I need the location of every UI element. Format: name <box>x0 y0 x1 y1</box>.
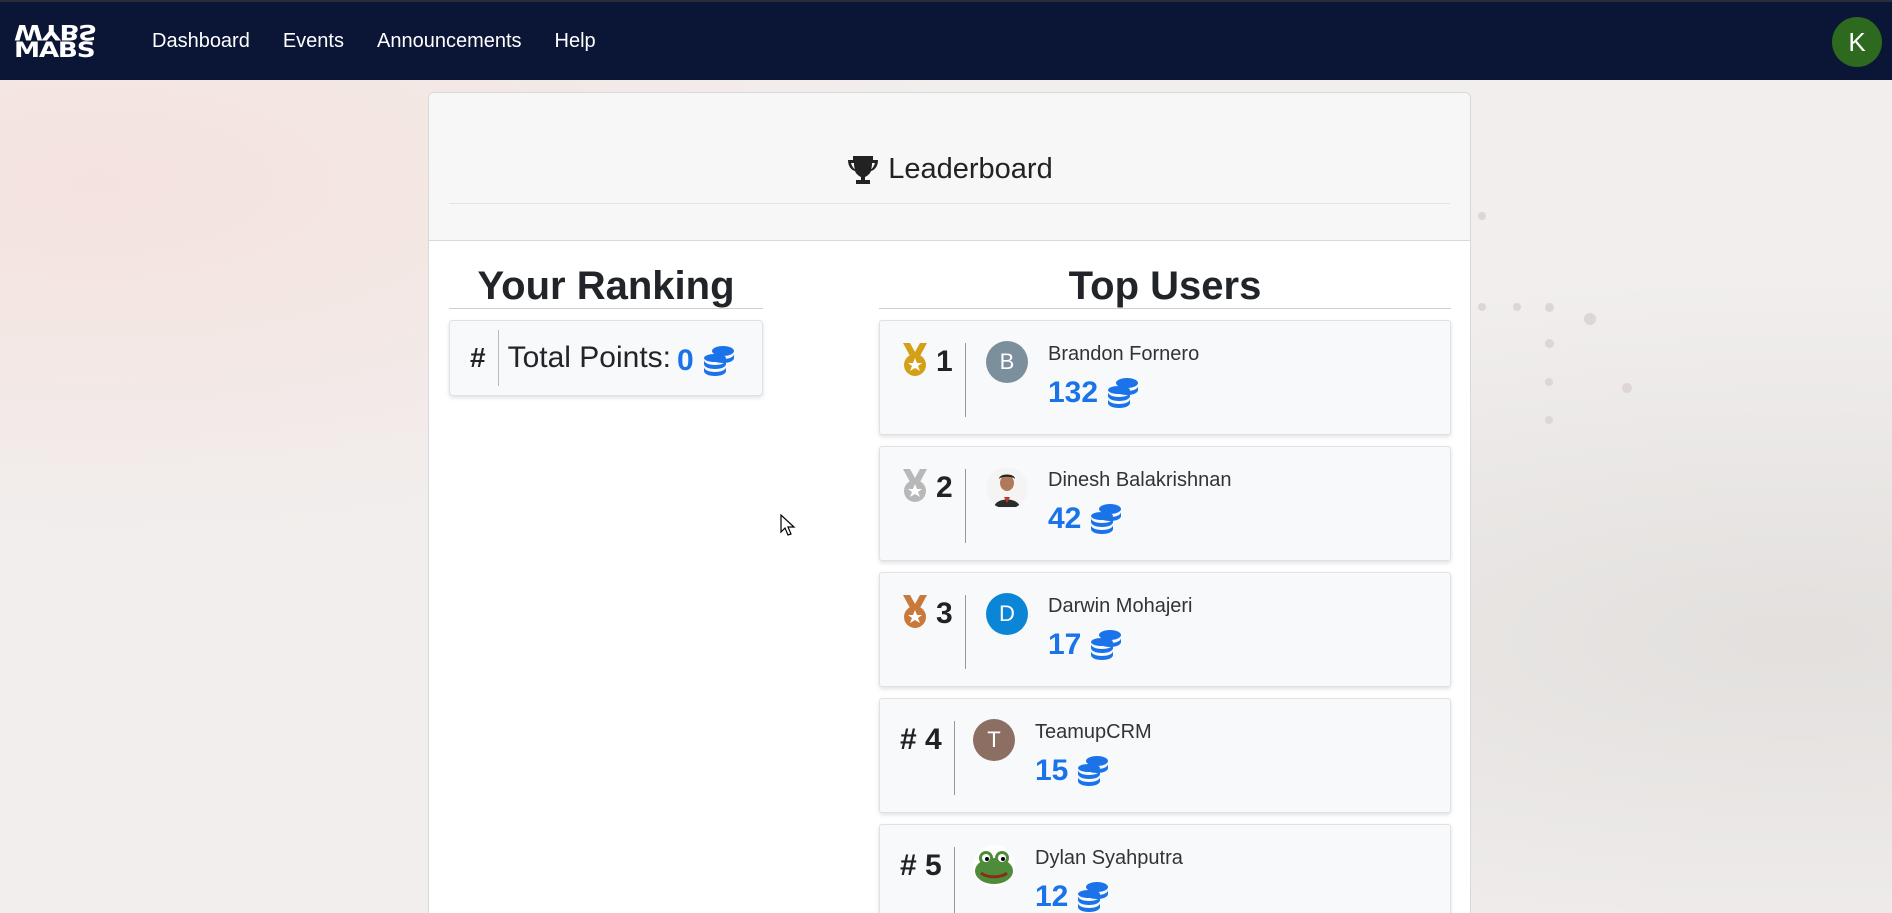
coins-icon <box>703 346 734 376</box>
leaderboard-title-text: Leaderboard <box>888 153 1053 185</box>
points-value: 42 <box>1048 502 1082 535</box>
points-value: 12 <box>1035 880 1069 913</box>
user-name: Brandon Fornero <box>1048 343 1200 365</box>
user-points: 15 <box>1035 754 1110 788</box>
total-points-label: Total Points: <box>507 341 671 374</box>
leaderboard-card: Leaderboard Your Ranking # Total Points:… <box>428 92 1471 913</box>
leaderboard-row: 3 D Darwin Mohajeri 17 <box>879 572 1451 687</box>
your-ranking-box: # Total Points: 0 <box>449 320 763 396</box>
avatar: B <box>986 341 1028 383</box>
points-value: 17 <box>1048 628 1082 661</box>
nav-announcements[interactable]: Announcements <box>377 30 522 53</box>
mouse-cursor-icon <box>780 514 796 536</box>
gold-medal-icon <box>903 343 927 376</box>
rank-cell: 1 <box>900 343 966 417</box>
rank-cell: 2 <box>900 469 966 543</box>
points-value: 15 <box>1035 754 1069 787</box>
user-points: 132 <box>1048 376 1140 410</box>
rank-number: # 5 <box>900 849 942 882</box>
avatar: T <box>973 719 1015 761</box>
rank-cell: 3 <box>900 595 966 669</box>
silver-medal-icon <box>903 469 927 502</box>
your-ranking-heading: Your Ranking <box>449 263 763 309</box>
avatar: D <box>986 593 1028 635</box>
coins-icon <box>1091 630 1122 660</box>
top-navbar: WYBS MABS Dashboard Events Announcements… <box>0 0 1892 80</box>
coins-icon <box>1091 504 1122 534</box>
your-ranking-section: Your Ranking # Total Points: 0 <box>449 263 763 396</box>
bronze-medal-icon <box>903 595 927 628</box>
main-nav: Dashboard Events Announcements Help <box>152 30 629 53</box>
rank-number: 2 <box>936 471 953 504</box>
your-rank-symbol: # <box>470 330 499 386</box>
coins-icon <box>1078 756 1109 786</box>
avatar <box>973 845 1015 887</box>
user-points: 42 <box>1048 502 1123 536</box>
nav-help[interactable]: Help <box>555 30 596 53</box>
top-users-section: Top Users 1 B Brandon Fornero 132 2 Dine… <box>879 263 1451 913</box>
rank-number: 1 <box>936 345 953 378</box>
header-divider <box>449 203 1450 204</box>
frog-avatar-icon <box>975 851 1013 884</box>
rank-cell: # 4 <box>900 721 955 795</box>
brand-logo[interactable]: WYBS MABS <box>14 20 126 61</box>
rank-cell: # 5 <box>900 847 955 913</box>
user-name: Dylan Syahputra <box>1035 847 1183 869</box>
trophy-icon <box>848 155 879 184</box>
user-points: 12 <box>1035 880 1110 913</box>
user-name: Dinesh Balakrishnan <box>1048 469 1232 491</box>
nav-events[interactable]: Events <box>283 30 344 53</box>
rank-number: 3 <box>936 597 953 630</box>
leaderboard-row: # 4 T TeamupCRM 15 <box>879 698 1451 813</box>
user-name: TeamupCRM <box>1035 721 1152 743</box>
page-title: Leaderboard <box>429 153 1470 186</box>
user-avatar-button[interactable]: K <box>1832 17 1882 67</box>
user-points: 17 <box>1048 628 1123 662</box>
top-users-heading: Top Users <box>879 263 1451 309</box>
nav-dashboard[interactable]: Dashboard <box>152 30 250 53</box>
coins-icon <box>1108 378 1139 408</box>
person-photo-icon <box>986 467 1028 509</box>
leaderboard-row: 1 B Brandon Fornero 132 <box>879 320 1451 435</box>
card-header: Leaderboard <box>429 93 1470 241</box>
avatar <box>986 467 1028 509</box>
user-name: Darwin Mohajeri <box>1048 595 1193 617</box>
rank-number: # 4 <box>900 723 942 756</box>
leaderboard-row: 2 Dinesh Balakrishnan 42 <box>879 446 1451 561</box>
coins-icon <box>1078 882 1109 912</box>
total-points-value: 0 <box>677 344 694 377</box>
points-value: 132 <box>1048 376 1099 409</box>
logo-line-bottom: MABS <box>14 38 96 62</box>
leaderboard-row: # 5 Dylan Syahputra 12 <box>879 824 1451 913</box>
